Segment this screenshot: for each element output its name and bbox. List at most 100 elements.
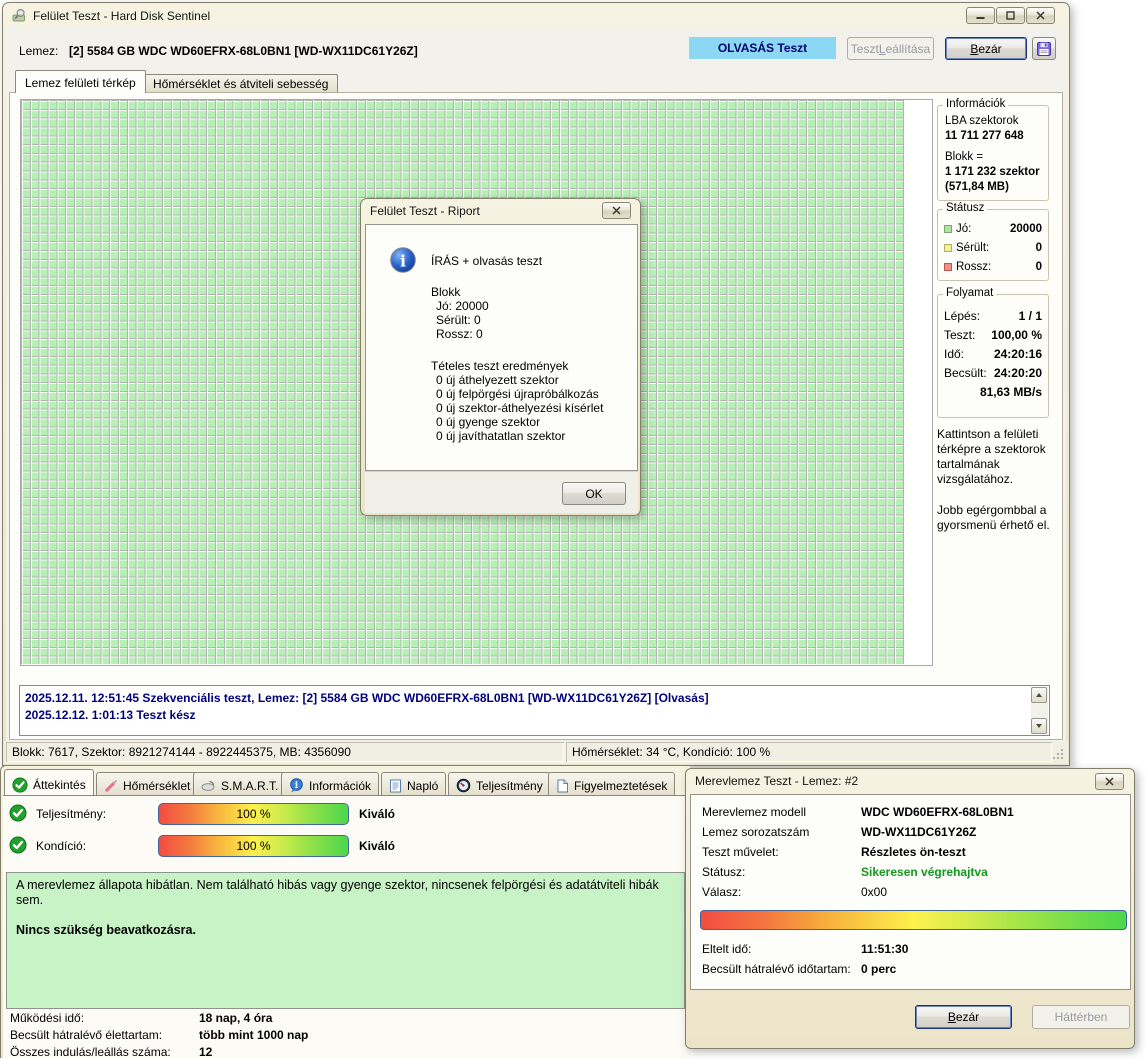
- health-rating: Kiváló: [359, 839, 396, 853]
- tab-performance[interactable]: Teljesítmény: [448, 772, 551, 795]
- status-group-title: Státusz: [943, 202, 988, 214]
- log-line: 2025.12.11. 12:51:45 Szekvenciális teszt…: [25, 691, 709, 705]
- log-icon: [389, 779, 402, 793]
- maximize-button[interactable]: [996, 7, 1025, 24]
- status-row-good: Jó: 20000: [944, 222, 1042, 236]
- health-summary-box: A merevlemez állapota hibátlan. Nem talá…: [6, 872, 685, 1009]
- overview-window: Áttekintés Hőmérséklet S.M.A.R.T. i Info…: [0, 765, 691, 1059]
- progress-row-test: Teszt: 100,00 %: [944, 328, 1042, 342]
- report-details-header: Tételes teszt eredmények: [431, 359, 569, 373]
- model-value: WDC WD60EFRX-68L0BN1: [861, 805, 1014, 819]
- lifetime-label: Becsült hátralévő élettartam:: [10, 1028, 163, 1042]
- disk-value: [2] 5584 GB WDC WD60EFRX-68L0BN1 [WD-WX1…: [69, 44, 418, 58]
- report-detail-row: 0 új felpörgési újrapróbálkozás: [436, 387, 599, 401]
- tab-smart[interactable]: S.M.A.R.T.: [193, 772, 287, 795]
- stop-test-button[interactable]: Teszt Leállítása: [847, 37, 934, 60]
- disk-test-window: Merevlemez Teszt - Lemez: #2 Merevlemez …: [685, 768, 1135, 1049]
- tab-log[interactable]: Napló: [381, 772, 447, 795]
- report-detail-row: 0 új javíthatatlan szektor: [436, 429, 566, 443]
- ok-button[interactable]: OK: [562, 482, 626, 505]
- context-menu-hint-text: Jobb egérgombbal a gyorsmenü érhető el.: [937, 503, 1050, 532]
- report-dialog-title: Felület Teszt - Riport: [370, 204, 480, 218]
- damaged-square-icon: [944, 244, 952, 252]
- disk-test-close-action-button[interactable]: Bezár: [915, 1005, 1012, 1029]
- power-on-time-label: Működési idő:: [10, 1011, 85, 1025]
- performance-rating: Kiváló: [359, 807, 396, 821]
- status-label: Státusz:: [702, 865, 746, 879]
- remaining-time-label: Becsült hátralévő időtartam:: [702, 962, 851, 976]
- window-title: Felület Teszt - Hard Disk Sentinel: [33, 8, 211, 23]
- block-value: 1 171 232 szektor: [945, 166, 1040, 178]
- response-value: 0x00: [861, 885, 888, 899]
- minimize-button[interactable]: [966, 7, 995, 24]
- statusbar-temp-info: Hőmérséklet: 34 °C, Kondíció: 100 %: [566, 742, 1052, 762]
- floppy-icon: [1036, 41, 1052, 57]
- app-icon: [12, 8, 27, 23]
- start-stop-value: 12: [199, 1045, 213, 1059]
- health-summary-text: A merevlemez állapota hibátlan. Nem talá…: [16, 878, 659, 907]
- test-operation-label: Teszt művelet:: [702, 845, 779, 859]
- close-test-button[interactable]: Bezár: [945, 37, 1027, 60]
- serial-value: WD-WX11DC61Y26Z: [861, 825, 977, 839]
- status-value: Sikeresen végrehajtva: [861, 865, 988, 879]
- scroll-up-icon[interactable]: [1031, 687, 1047, 703]
- health-bar: 100 %: [158, 835, 349, 857]
- health-label: Kondíció:: [36, 839, 87, 853]
- gauge-icon: [456, 778, 471, 793]
- report-dialog-titlebar[interactable]: Felület Teszt - Riport: [361, 199, 640, 223]
- desktop: { "surface_window": { "title": "Felület …: [0, 0, 1145, 1059]
- alerts-icon: [556, 779, 569, 793]
- progress-row-time: Idő: 24:20:16: [944, 347, 1042, 361]
- block-label: Blokk =: [945, 151, 984, 163]
- status-group: Státusz Jó: 20000 Sérült: 0 Rossz: 0: [937, 202, 1049, 281]
- dialog-close-button[interactable]: [602, 202, 631, 219]
- report-detail-row: 0 új gyenge szektor: [436, 415, 541, 429]
- test-log[interactable]: 2025.12.11. 12:51:45 Szekvenciális teszt…: [19, 685, 1050, 736]
- status-row-bad: Rossz: 0: [944, 260, 1042, 274]
- resize-grip[interactable]: [1052, 748, 1064, 760]
- disk-label: Lemez:: [19, 44, 59, 58]
- tab-information[interactable]: i Információk: [281, 772, 380, 795]
- progress-row-estimated: Becsült: 24:20:20: [944, 366, 1042, 380]
- report-dialog: Felület Teszt - Riport i ÍRÁS + olvasás …: [360, 198, 641, 516]
- elapsed-time-label: Eltelt idő:: [702, 942, 752, 956]
- report-summary: ÍRÁS + olvasás teszt: [431, 254, 543, 268]
- tab-temperature-speed[interactable]: Hőmérséklet és átviteli sebesség: [143, 74, 339, 93]
- disk-test-close-button[interactable]: [1095, 773, 1124, 790]
- good-square-icon: [944, 225, 952, 233]
- report-block-damaged: Sérült: 0: [436, 313, 481, 327]
- tab-surface-map[interactable]: Lemez felületi térkép: [15, 70, 146, 93]
- test-mode-badge: OLVASÁS Teszt: [689, 37, 836, 59]
- information-icon: i: [389, 246, 417, 274]
- performance-bar: 100 %: [158, 803, 349, 825]
- status-row-damaged: Sérült: 0: [944, 241, 1042, 255]
- info-group-title: Információk: [943, 98, 1009, 110]
- disk-test-titlebar[interactable]: Merevlemez Teszt - Lemez: #2: [686, 769, 1134, 793]
- info-balloon-icon: i: [289, 778, 304, 793]
- progress-speed: 81,63 MB/s: [979, 385, 1042, 399]
- tab-alerts[interactable]: Figyelmeztetések: [548, 772, 676, 795]
- bad-square-icon: [944, 263, 952, 271]
- health-summary-action: Nincs szükség beavatkozásra.: [16, 923, 196, 937]
- save-report-button[interactable]: [1032, 37, 1056, 60]
- thermometer-icon: [104, 779, 118, 793]
- performance-check-icon: [9, 804, 27, 822]
- disk-test-title: Merevlemez Teszt - Lemez: #2: [695, 774, 859, 788]
- close-button[interactable]: [1026, 7, 1055, 24]
- log-scrollbar[interactable]: [1031, 687, 1048, 734]
- background-button[interactable]: Háttérben: [1032, 1005, 1130, 1029]
- tab-overview[interactable]: Áttekintés: [4, 769, 94, 795]
- report-detail-row: 0 új szektor-áthelyezési kísérlet: [436, 401, 604, 415]
- lifetime-value: több mint 1000 nap: [199, 1028, 309, 1042]
- report-block-good: Jó: 20000: [436, 299, 489, 313]
- test-operation-value: Részletes ön-teszt: [861, 845, 966, 859]
- performance-label: Teljesítmény:: [36, 807, 107, 821]
- disk-test-body: [690, 794, 1131, 990]
- report-block-bad: Rossz: 0: [436, 327, 483, 341]
- statusbar-block-info: Blokk: 7617, Szektor: 8921274144 - 89224…: [6, 742, 564, 762]
- lba-value: 11 711 277 648: [945, 130, 1024, 142]
- surface-test-titlebar[interactable]: Felület Teszt - Hard Disk Sentinel: [3, 3, 1069, 28]
- surface-statusbar: Blokk: 7617, Szektor: 8921274144 - 89224…: [4, 741, 1068, 764]
- tab-temperature[interactable]: Hőmérséklet: [96, 772, 199, 795]
- scroll-down-icon[interactable]: [1031, 718, 1047, 734]
